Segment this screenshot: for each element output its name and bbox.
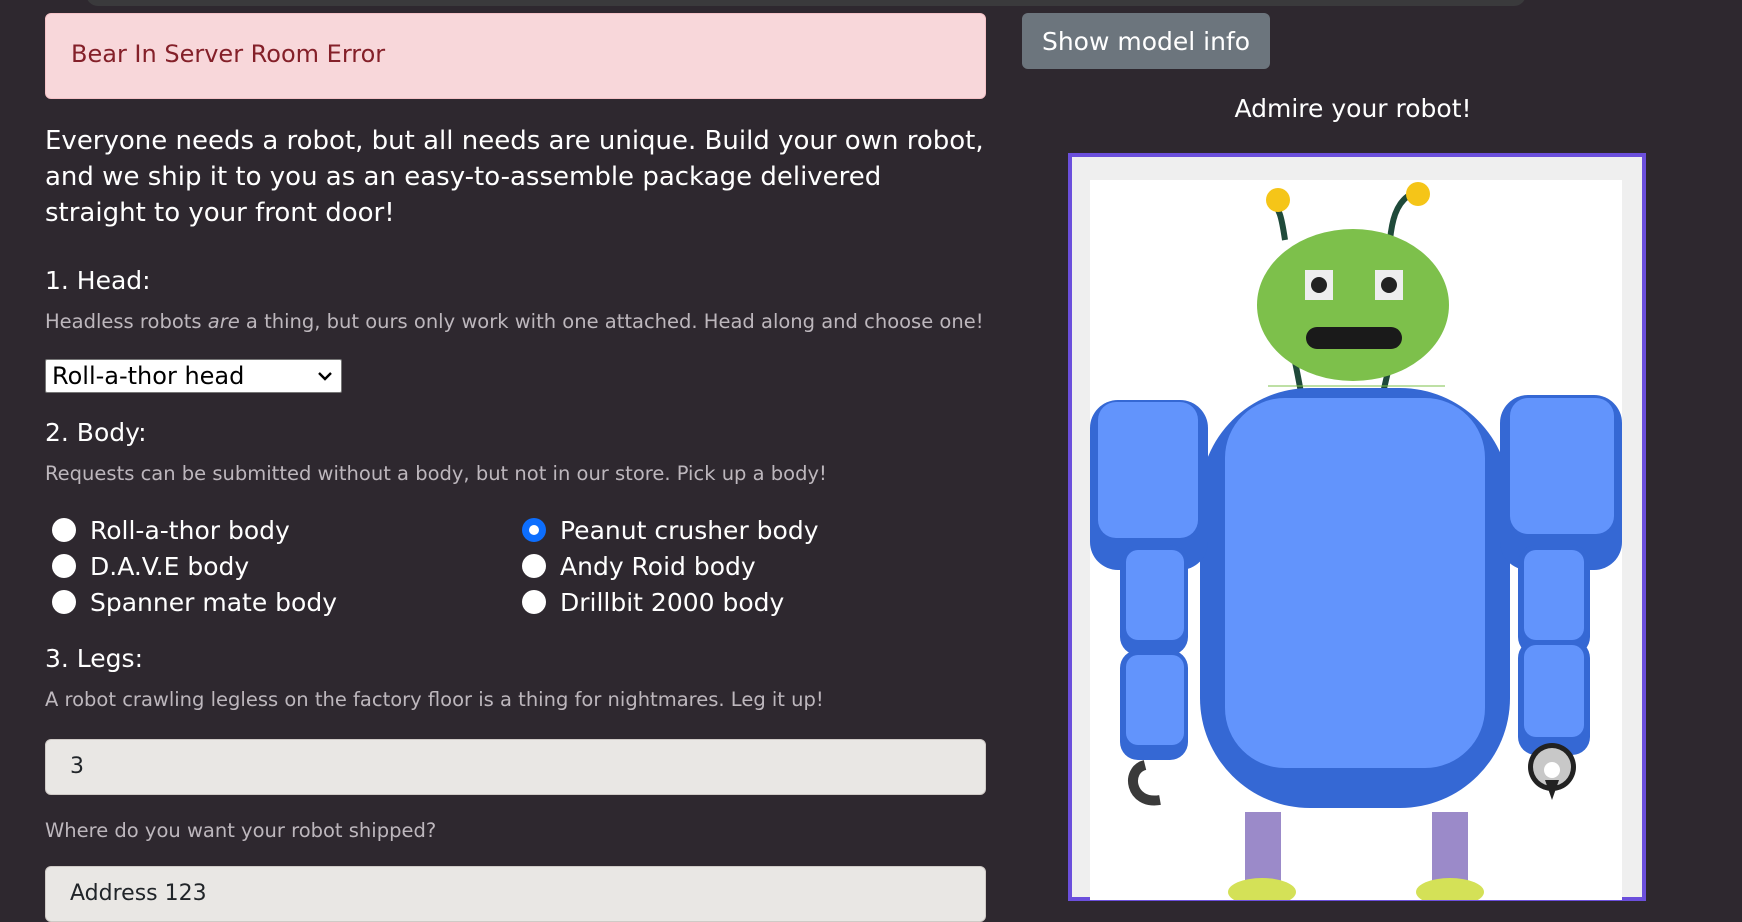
- order-form: Bear In Server Room Error Everyone needs…: [45, 13, 986, 922]
- error-alert-text: Bear In Server Room Error: [71, 40, 386, 68]
- radio-dave[interactable]: [52, 554, 76, 578]
- robot-body: [1090, 388, 1622, 808]
- head-section-title: 1. Head:: [45, 266, 151, 295]
- error-alert: Bear In Server Room Error: [45, 13, 986, 99]
- body-help-text: Requests can be submitted without a body…: [45, 462, 827, 485]
- head-help-text: Headless robots are a thing, but ours on…: [45, 309, 986, 335]
- head-help-prefix: Headless robots: [45, 310, 208, 333]
- body-option-label: Andy Roid body: [560, 551, 756, 581]
- body-option-dave[interactable]: D.A.V.E body: [45, 551, 515, 581]
- robot-illustration: [1090, 182, 1622, 906]
- show-model-info-button[interactable]: Show model info: [1022, 13, 1270, 69]
- radio-peanut-crusher[interactable]: [522, 518, 546, 542]
- head-select[interactable]: Roll-a-thor head: [45, 359, 342, 393]
- preview-heading: Admire your robot!: [1234, 94, 1472, 123]
- body-option-roll-a-thor[interactable]: Roll-a-thor body: [45, 515, 515, 545]
- body-radio-group: Roll-a-thor body Peanut crusher body D.A…: [45, 515, 986, 617]
- legs-section-title: 3. Legs:: [45, 644, 143, 673]
- intro-text: Everyone needs a robot, but all needs ar…: [45, 126, 984, 228]
- radio-drillbit-2000[interactable]: [522, 590, 546, 614]
- robot-head: [1257, 182, 1449, 387]
- shipping-label: Where do you want your robot shipped?: [45, 819, 437, 842]
- head-help-emphasis: are: [207, 310, 240, 333]
- browser-top-edge: [0, 0, 1742, 8]
- body-option-label: D.A.V.E body: [90, 551, 250, 581]
- body-option-spanner-mate[interactable]: Spanner mate body: [45, 587, 515, 617]
- legs-input[interactable]: 3: [45, 739, 986, 795]
- robot-preview-canvas: [1090, 180, 1622, 906]
- radio-spanner-mate[interactable]: [52, 590, 76, 614]
- radio-roll-a-thor[interactable]: [52, 518, 76, 542]
- robot-preview-frame: [1068, 153, 1646, 906]
- body-option-peanut-crusher[interactable]: Peanut crusher body: [515, 515, 985, 545]
- body-option-label: Peanut crusher body: [560, 515, 819, 545]
- head-select-value: Roll-a-thor head: [52, 362, 245, 390]
- body-option-label: Roll-a-thor body: [90, 515, 290, 545]
- body-section-title: 2. Body:: [45, 418, 147, 447]
- body-option-label: Drillbit 2000 body: [560, 587, 785, 617]
- legs-help-text: A robot crawling legless on the factory …: [45, 688, 824, 711]
- address-bar-edge: [86, 0, 1526, 6]
- body-option-andy-roid[interactable]: Andy Roid body: [515, 551, 985, 581]
- chevron-down-icon: [317, 367, 333, 386]
- radio-andy-roid[interactable]: [522, 554, 546, 578]
- body-option-drillbit-2000[interactable]: Drillbit 2000 body: [515, 587, 985, 617]
- robot-legs: [1228, 812, 1484, 906]
- body-option-label: Spanner mate body: [90, 587, 337, 617]
- address-input[interactable]: Address 123: [45, 866, 986, 922]
- head-help-suffix: a thing, but ours only work with one att…: [239, 310, 984, 333]
